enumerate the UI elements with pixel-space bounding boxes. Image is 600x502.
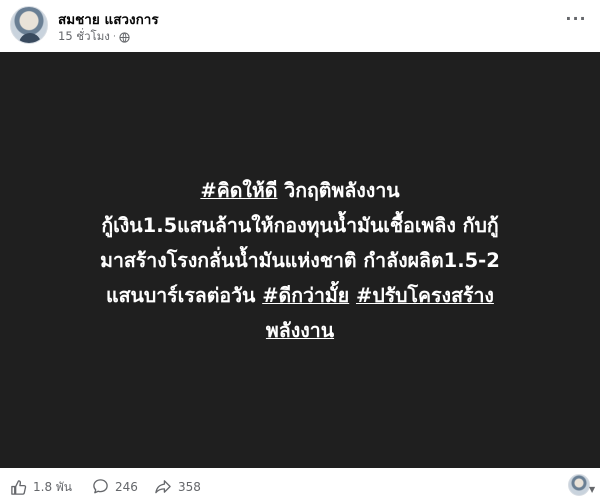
chevron-down-icon[interactable]: ▼: [589, 486, 597, 494]
share-icon: [155, 480, 171, 494]
meta-separator: ·: [112, 32, 116, 42]
like-icon: [11, 480, 27, 495]
image-text: #คิดให้ดี วิกฤติพลังงาน กู้เงิน1.5แสนล้า…: [100, 173, 500, 348]
author-avatar[interactable]: [10, 6, 48, 44]
globe-icon[interactable]: [119, 31, 130, 43]
comment-count: 246: [115, 479, 138, 494]
like-button[interactable]: 1.8 พัน: [10, 478, 72, 497]
share-button[interactable]: 358: [154, 478, 201, 495]
share-count: 358: [178, 479, 201, 494]
hashtag-dee-kwa-mai: #ดีกว่ามั้ย: [262, 283, 350, 307]
hashtag-prab-krongsang: #ปรับโครงสร้าง: [355, 283, 494, 307]
image-text-line-2: กู้เงิน1.5แสนล้านให้กองทุนน้ำมันเชื้อเพล…: [101, 213, 499, 237]
image-text-line-1-rest: วิกฤติพลังงาน: [277, 178, 400, 202]
reaction-profile-avatar[interactable]: [568, 474, 590, 496]
image-text-line-4-start: แสนบาร์เรลต่อวัน: [106, 283, 263, 307]
image-text-line-5: พลังงาน: [100, 313, 500, 348]
hashtag-kid-hai-dee: #คิดให้ดี: [200, 178, 278, 202]
comment-button[interactable]: 246: [92, 478, 138, 495]
post-meta: 15 ชั่วโมง ·: [58, 28, 130, 46]
comment-icon: [93, 479, 108, 494]
image-text-line-4: แสนบาร์เรลต่อวัน #ดีกว่ามั้ย #ปรับโครงสร…: [100, 278, 500, 313]
image-text-line-1: #คิดให้ดี วิกฤติพลังงาน: [100, 173, 500, 208]
hashtag-prab-krongsang-cont: พลังงาน: [265, 318, 335, 342]
author-name[interactable]: สมชาย แสวงการ: [58, 8, 159, 30]
post-time[interactable]: 15 ชั่วโมง: [58, 28, 110, 46]
more-options-icon[interactable]: ···: [564, 10, 588, 30]
post-image[interactable]: #คิดให้ดี วิกฤติพลังงาน กู้เงิน1.5แสนล้า…: [0, 52, 600, 468]
like-count: 1.8 พัน: [33, 480, 73, 494]
image-text-line-3: มาสร้างโรงกลั่นน้ำมันแห่งชาติ กำลังผลิต1…: [100, 248, 500, 272]
post-footer: 1.8 พัน 246 358 ▼: [0, 468, 600, 502]
post-header: สมชาย แสวงการ 15 ชั่วโมง · ···: [0, 0, 600, 52]
